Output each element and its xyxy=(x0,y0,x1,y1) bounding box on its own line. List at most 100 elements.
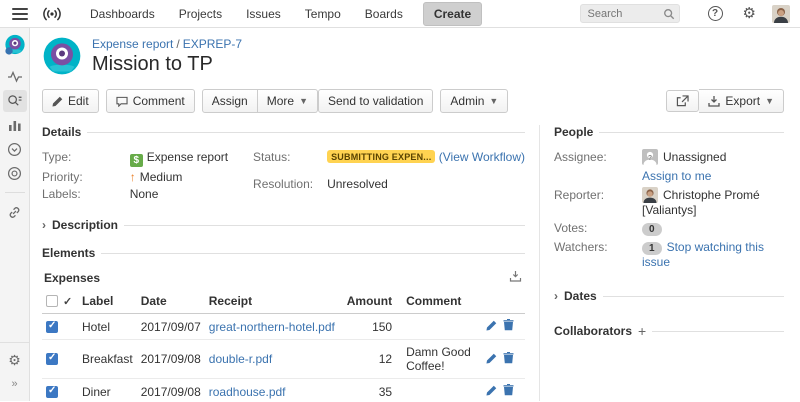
delete-row-icon[interactable] xyxy=(503,384,514,399)
left-icon-sidebar: ⚙ » xyxy=(0,28,30,401)
pencil-icon xyxy=(52,96,63,107)
chevron-down-icon: ▼ xyxy=(489,96,498,106)
dates-module-header[interactable]: ›Dates xyxy=(554,289,784,303)
votes-label: Votes: xyxy=(554,221,642,236)
status-badge: SUBMITTING EXPEN... xyxy=(327,150,435,163)
priority-value: ↑Medium xyxy=(130,170,253,184)
user-avatar[interactable] xyxy=(772,5,790,23)
row-checkbox[interactable] xyxy=(46,386,58,398)
reporter-label: Reporter: xyxy=(554,187,642,217)
breadcrumb-project-link[interactable]: Expense report xyxy=(92,37,173,51)
issue-title: Mission to TP xyxy=(92,53,242,76)
share-button[interactable] xyxy=(666,90,699,112)
people-module-header[interactable]: People xyxy=(554,125,784,139)
collaborators-module-header[interactable]: Collaborators+ xyxy=(554,323,784,339)
svg-text:?: ? xyxy=(648,155,652,162)
chevron-down-icon: ▼ xyxy=(299,96,308,106)
edit-row-icon[interactable] xyxy=(486,353,497,367)
chevron-right-icon: › xyxy=(42,218,46,232)
checkmark-icon: ✓ xyxy=(63,296,72,308)
comment-bubble-icon xyxy=(116,96,128,107)
nav-dashboards[interactable]: Dashboards xyxy=(78,2,167,26)
watchers-badge[interactable]: 1 xyxy=(642,242,662,255)
breadcrumb-separator: / xyxy=(176,37,179,51)
breadcrumb-issue-link[interactable]: EXPREP-7 xyxy=(183,37,242,51)
project-avatar xyxy=(42,36,82,79)
export-button[interactable]: Export ▼ xyxy=(699,89,784,113)
nav-boards[interactable]: Boards xyxy=(353,2,415,26)
labels-label: Labels: xyxy=(42,187,130,201)
assignee-value: ?Unassigned xyxy=(642,149,784,165)
expense-report-type-icon: $ xyxy=(130,154,143,167)
elements-module-header[interactable]: Elements xyxy=(42,246,525,260)
details-module-header[interactable]: Details xyxy=(42,125,525,139)
table-row: Hotel 2017/09/07 great-northern-hotel.pd… xyxy=(42,314,525,340)
view-workflow-link[interactable]: (View Workflow) xyxy=(439,150,525,164)
chevron-right-icon: › xyxy=(554,289,558,303)
labels-value: None xyxy=(130,187,253,201)
add-collaborator-icon[interactable]: + xyxy=(638,323,646,339)
broadcast-logo-icon[interactable] xyxy=(40,6,64,22)
target-icon[interactable] xyxy=(3,162,27,184)
expand-sidebar-icon[interactable]: » xyxy=(3,373,27,395)
help-icon[interactable]: ? xyxy=(708,6,723,21)
share-icon xyxy=(676,95,689,107)
description-module-header[interactable]: ›Description xyxy=(42,218,525,232)
project-avatar-small[interactable] xyxy=(4,34,26,56)
edit-row-icon[interactable] xyxy=(486,320,497,334)
history-clock-icon[interactable] xyxy=(3,138,27,160)
assignee-label: Assignee: xyxy=(554,149,642,165)
receipt-link[interactable]: double-r.pdf xyxy=(209,352,272,366)
breadcrumb: Expense report/ EXPREP-7 xyxy=(92,37,242,51)
table-row: Breakfast 2017/09/08 double-r.pdf 12 Dam… xyxy=(42,340,525,379)
chevron-down-icon: ▼ xyxy=(765,96,774,106)
download-tray-icon xyxy=(708,95,720,107)
settings-gear-icon[interactable]: ⚙ xyxy=(743,6,756,21)
delete-row-icon[interactable] xyxy=(503,352,514,367)
expenses-table-header: ✓ Label Date Receipt Amount Comment xyxy=(42,289,525,314)
activity-pulse-icon[interactable] xyxy=(3,66,27,88)
expenses-table: ✓ Label Date Receipt Amount Comment Ho xyxy=(42,289,525,401)
type-label: Type: xyxy=(42,150,130,167)
expenses-heading: Expenses xyxy=(44,271,100,285)
send-to-validation-button[interactable]: Send to validation xyxy=(318,89,433,113)
menu-icon[interactable] xyxy=(12,8,28,20)
type-value: $Expense report xyxy=(130,150,253,167)
sidebar-settings-gear-icon[interactable]: ⚙ xyxy=(3,349,27,371)
reports-bar-chart-icon[interactable] xyxy=(3,114,27,136)
expenses-export-icon[interactable] xyxy=(509,270,522,285)
assign-to-me-link[interactable]: Assign to me xyxy=(642,169,711,183)
admin-button[interactable]: Admin ▼ xyxy=(440,89,508,113)
comment-button[interactable]: Comment xyxy=(106,89,195,113)
reporter-avatar xyxy=(642,187,658,203)
table-row: Diner 2017/09/08 roadhouse.pdf 35 xyxy=(42,379,525,402)
edit-row-icon[interactable] xyxy=(486,385,497,399)
watchers-label: Watchers: xyxy=(554,240,642,269)
row-checkbox[interactable] xyxy=(46,321,58,333)
issue-toolbar: Edit Comment Assign More ▼ Send to valid… xyxy=(42,89,784,113)
search-issues-icon[interactable] xyxy=(3,90,27,112)
select-all-checkbox[interactable] xyxy=(46,295,58,307)
receipt-link[interactable]: roadhouse.pdf xyxy=(209,385,286,399)
delete-row-icon[interactable] xyxy=(503,319,514,334)
receipt-link[interactable]: great-northern-hotel.pdf xyxy=(209,320,335,334)
assign-button[interactable]: Assign xyxy=(202,89,258,113)
nav-issues[interactable]: Issues xyxy=(234,2,293,26)
top-navigation: Dashboards Projects Issues Tempo Boards … xyxy=(0,0,800,28)
search-input[interactable] xyxy=(588,8,663,20)
nav-tempo[interactable]: Tempo xyxy=(293,2,353,26)
search-box xyxy=(580,4,680,23)
create-button[interactable]: Create xyxy=(423,2,482,26)
edit-button[interactable]: Edit xyxy=(42,89,99,113)
priority-medium-icon: ↑ xyxy=(130,170,136,184)
row-checkbox[interactable] xyxy=(46,353,58,365)
priority-label: Priority: xyxy=(42,170,130,184)
resolution-label: Resolution: xyxy=(253,177,327,201)
search-icon xyxy=(663,8,675,20)
votes-badge[interactable]: 0 xyxy=(642,223,662,236)
more-button[interactable]: More ▼ xyxy=(258,89,318,113)
link-icon[interactable] xyxy=(3,201,27,223)
resolution-value: Unresolved xyxy=(327,177,525,201)
main-menu: Dashboards Projects Issues Tempo Boards xyxy=(78,2,415,26)
nav-projects[interactable]: Projects xyxy=(167,2,234,26)
